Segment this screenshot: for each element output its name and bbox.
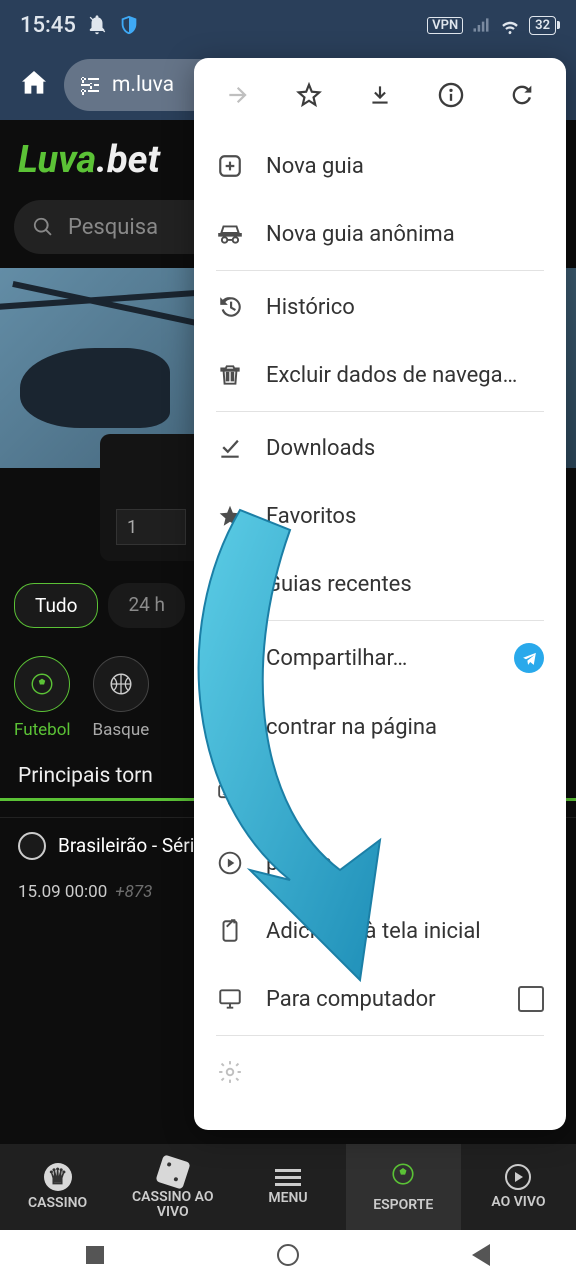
status-time: 15:45	[20, 13, 76, 38]
dice-icon	[155, 1154, 190, 1189]
plus-square-icon	[216, 152, 244, 180]
shield-icon	[118, 14, 140, 36]
add-home-icon	[216, 917, 244, 945]
browser-overflow-menu: Nova guia Nova guia anônima Histórico Ex…	[194, 58, 566, 1130]
trash-icon	[216, 361, 244, 389]
menu-incognito[interactable]: Nova guia anônima	[194, 200, 566, 268]
vpn-badge: VPN	[427, 17, 463, 34]
wifi-icon	[499, 14, 521, 36]
history-icon	[216, 293, 244, 321]
menu-history[interactable]: Histórico	[194, 273, 566, 341]
share-icon	[216, 644, 244, 672]
site-settings-icon	[78, 73, 102, 97]
system-nav-bar	[0, 1230, 576, 1280]
status-bar: 15:45 VPN 32	[0, 0, 576, 50]
crown-icon: ♛	[44, 1163, 72, 1191]
recent-apps-button[interactable]	[86, 1246, 104, 1264]
download-button[interactable]	[365, 80, 395, 110]
menu-downloads[interactable]: Downloads	[194, 414, 566, 482]
sport-basketball[interactable]: Basque	[93, 656, 150, 740]
gear-icon	[216, 1058, 244, 1086]
league-name: Brasileirão - Séri	[58, 834, 194, 857]
translate-icon: 文	[216, 781, 244, 809]
menu-toolbar	[194, 58, 566, 132]
desktop-checkbox[interactable]	[518, 986, 544, 1012]
star-icon	[216, 502, 244, 530]
devices-icon	[216, 570, 244, 598]
nav-casino[interactable]: ♛ CASSINO	[0, 1144, 115, 1230]
nav-menu[interactable]: MENU	[230, 1144, 345, 1230]
menu-desktop[interactable]: Para computador	[194, 965, 566, 1033]
basketball-icon	[108, 671, 134, 697]
menu-translate[interactable]: 文	[194, 761, 566, 829]
forward-button[interactable]	[223, 80, 253, 110]
match-datetime: 15.09 00:00	[18, 882, 107, 902]
menu-share[interactable]: Compartilhar…	[194, 623, 566, 693]
menu-find[interactable]: contrar na página	[194, 693, 566, 761]
nav-live-casino[interactable]: CASSINO AO VIVO	[115, 1144, 230, 1230]
menu-clear-data[interactable]: Excluir dados de navega…	[194, 341, 566, 409]
match-count: +873	[115, 882, 152, 902]
nav-sport[interactable]: ESPORTE	[346, 1144, 461, 1230]
league-badge-icon	[18, 832, 46, 860]
bookmark-button[interactable]	[294, 80, 324, 110]
menu-recent-tabs[interactable]: Guias recentes	[194, 550, 566, 618]
desktop-icon	[216, 985, 244, 1013]
football-icon	[29, 671, 55, 697]
play-icon	[505, 1164, 531, 1190]
svg-text:文: 文	[222, 786, 230, 796]
bid-input[interactable]: 1	[116, 509, 186, 545]
menu-settings[interactable]	[194, 1038, 566, 1106]
menu-read-page[interactable]: página	[194, 829, 566, 897]
sport-football[interactable]: Futebol	[14, 656, 71, 740]
download-done-icon	[216, 434, 244, 462]
menu-new-tab[interactable]: Nova guia	[194, 132, 566, 200]
chip-24h[interactable]: 24 h	[108, 583, 185, 628]
url-text: m.luva	[112, 73, 174, 97]
home-button-sys[interactable]	[277, 1244, 299, 1266]
back-button[interactable]	[472, 1244, 490, 1266]
nav-live[interactable]: AO VIVO	[461, 1144, 576, 1230]
search-placeholder: Pesquisa	[68, 215, 158, 240]
refresh-button[interactable]	[507, 80, 537, 110]
signal-icon	[471, 15, 491, 35]
menu-bookmarks[interactable]: Favoritos	[194, 482, 566, 550]
battery-indicator: 32	[529, 16, 556, 35]
dnd-icon	[86, 14, 108, 36]
menu-icon	[275, 1169, 301, 1186]
chip-all[interactable]: Tudo	[14, 583, 98, 628]
menu-add-home[interactable]: Adicionar à tela inicial	[194, 897, 566, 965]
incognito-icon	[216, 220, 244, 248]
find-icon	[216, 713, 244, 741]
telegram-icon[interactable]	[514, 643, 544, 673]
bottom-nav: ♛ CASSINO CASSINO AO VIVO MENU ESPORTE A…	[0, 1144, 576, 1230]
home-button[interactable]	[18, 67, 50, 103]
sport-icon	[390, 1161, 416, 1193]
search-icon	[32, 216, 54, 238]
play-circle-icon	[216, 849, 244, 877]
info-button[interactable]	[436, 80, 466, 110]
